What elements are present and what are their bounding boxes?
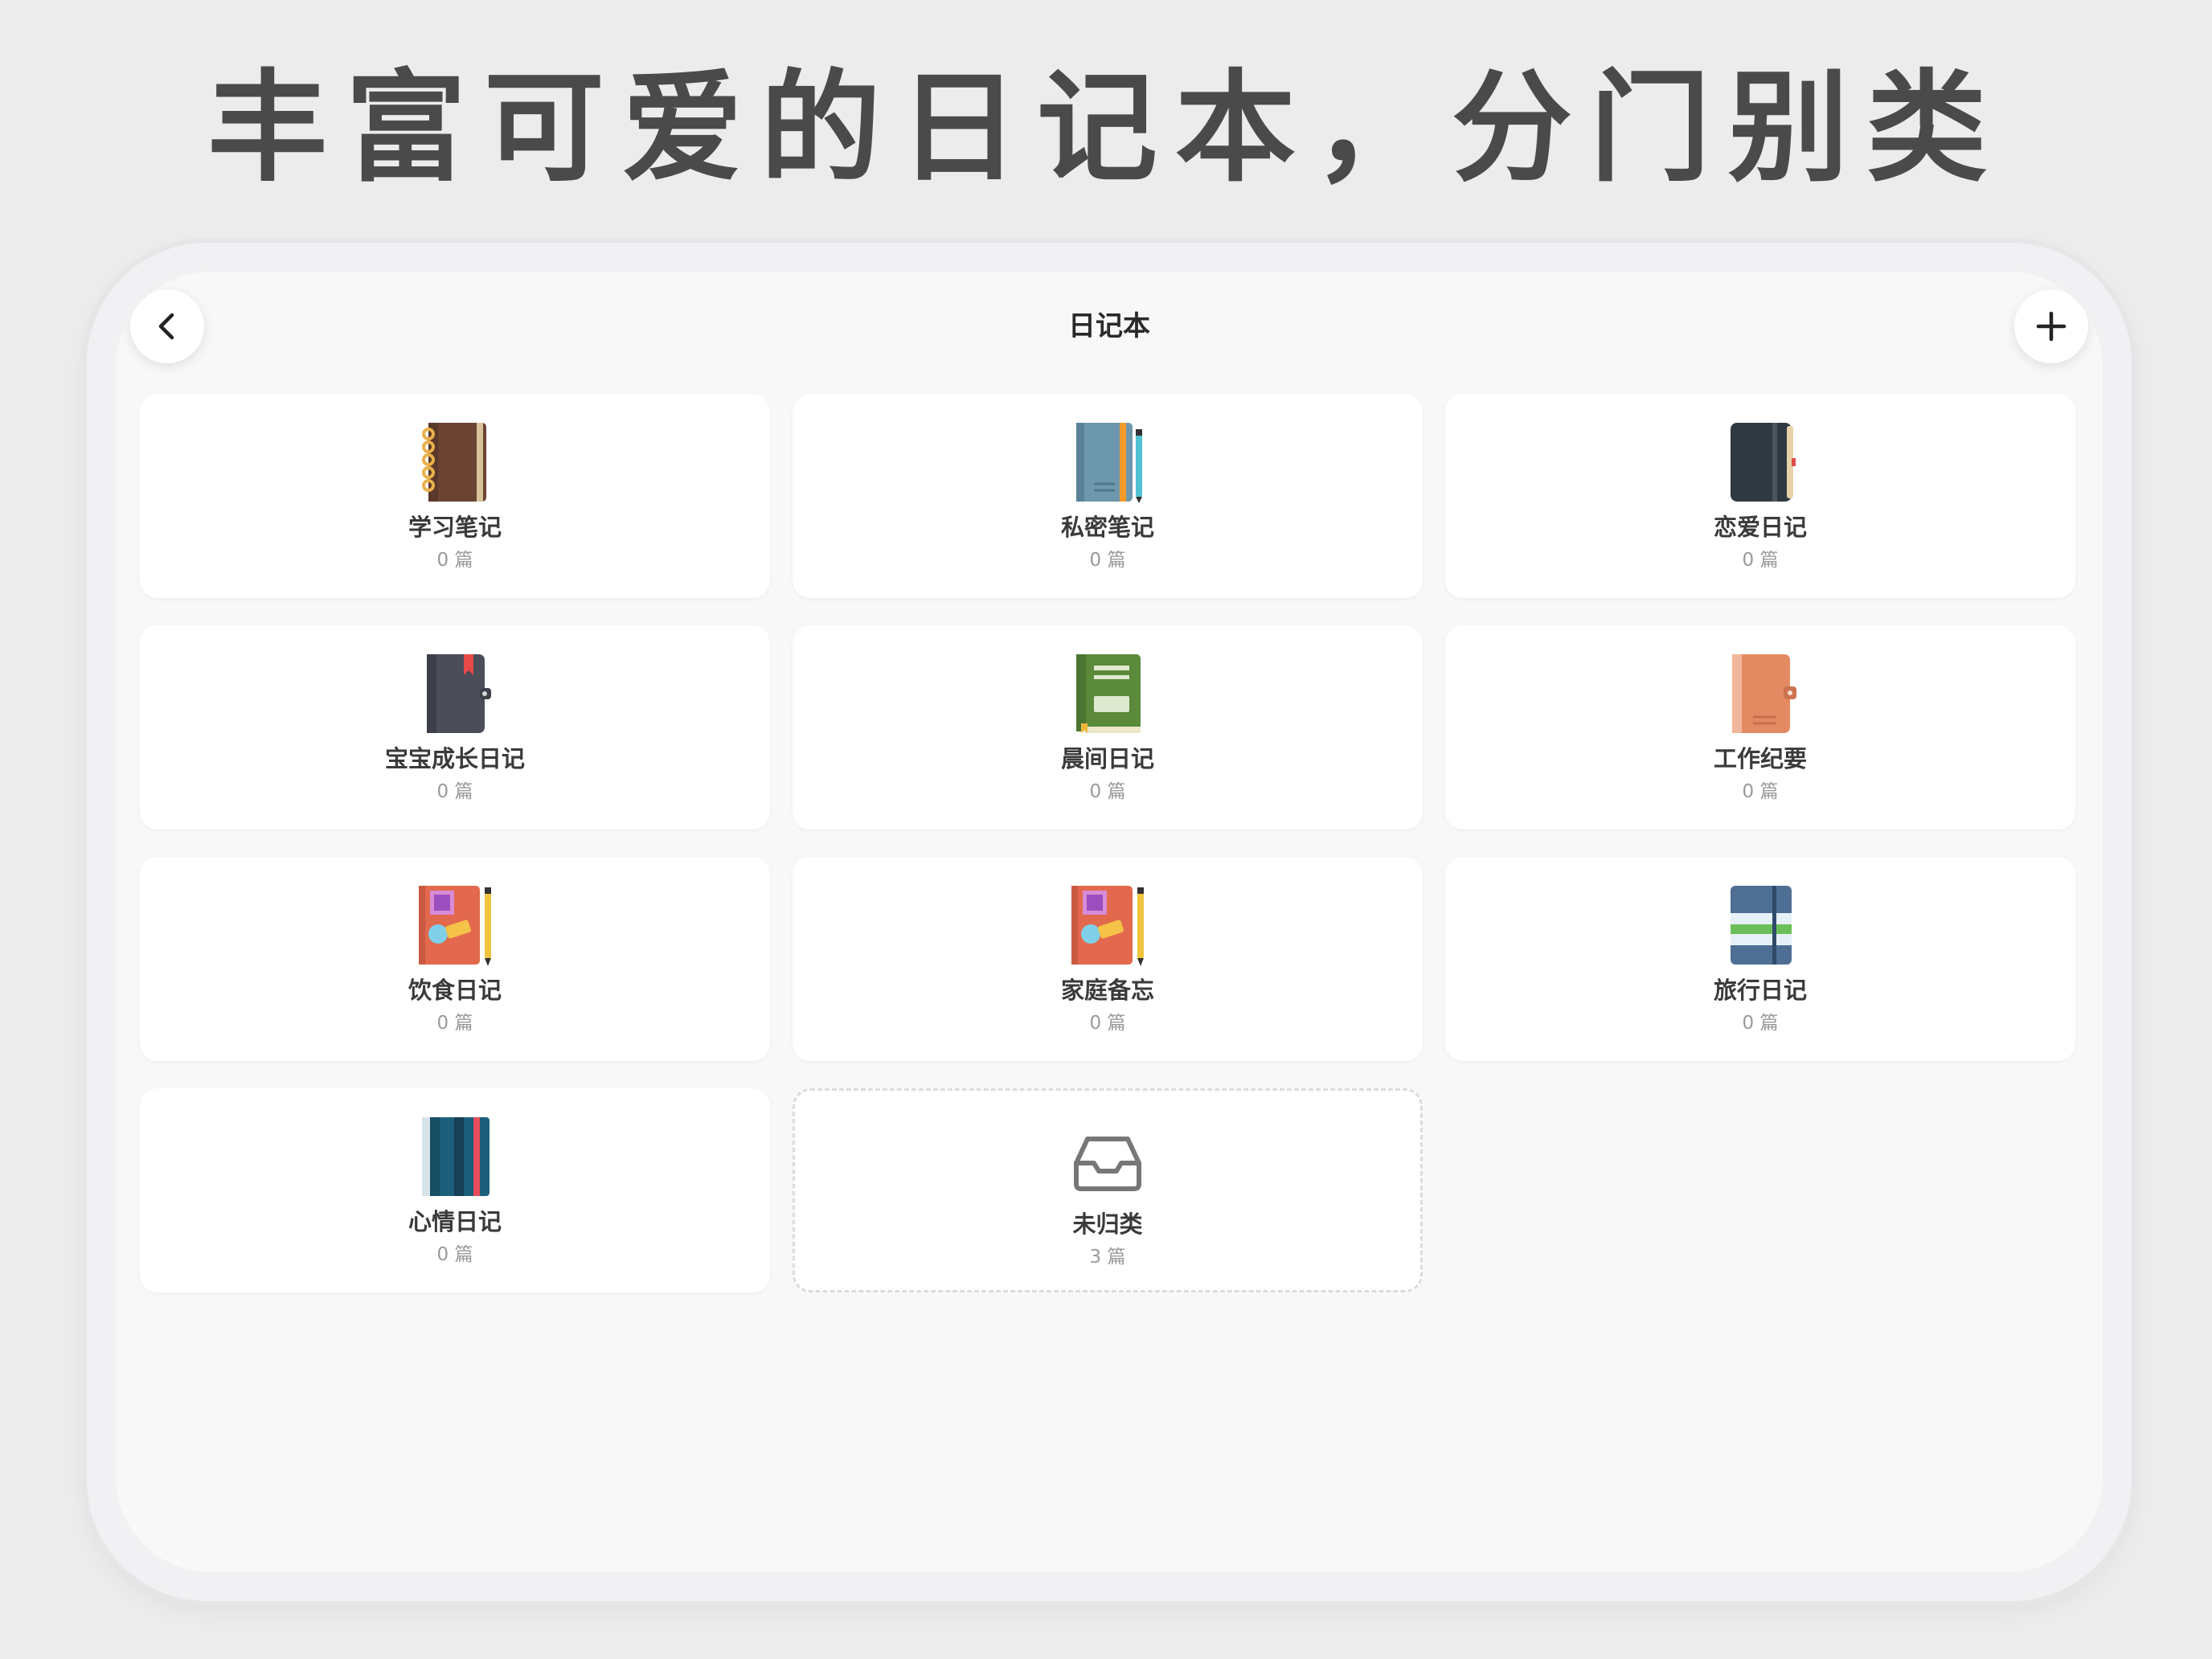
notebook-count: 0 篇: [436, 550, 473, 571]
app-screen: 日记本 学习笔记 0 篇 私密笔记 0 篇 恋爱日记 0 篇 宝宝成长日记 0 …: [116, 272, 2103, 1572]
notebook-name: 旅行日记: [1713, 977, 1807, 1004]
notebook-count: 0 篇: [1089, 550, 1126, 571]
planner-orange-icon: [1732, 654, 1796, 733]
notebook-count: 0 篇: [436, 781, 473, 802]
notebook-with-pen-blue-icon: [1076, 423, 1142, 503]
notebook-striped-icon: [1731, 886, 1792, 965]
tablet-device-frame: 日记本 学习笔记 0 篇 私密笔记 0 篇 恋爱日记 0 篇 宝宝成长日记 0 …: [87, 243, 2132, 1601]
notebook-card[interactable]: 宝宝成长日记 0 篇: [140, 625, 770, 830]
notebook-card[interactable]: 工作纪要 0 篇: [1445, 625, 2075, 830]
sticker-notebook-pen-icon: [1071, 886, 1144, 966]
notebook-name: 恋爱日记: [1713, 514, 1807, 541]
notebook-name: 未归类: [1072, 1210, 1143, 1238]
notebook-count: 3 篇: [1089, 1247, 1126, 1268]
notebook-teal-stripes-icon: [422, 1117, 490, 1196]
notebook-card[interactable]: 心情日记 0 篇: [140, 1088, 770, 1292]
notebook-count: 0 篇: [1742, 1013, 1779, 1034]
notebook-card[interactable]: 旅行日记 0 篇: [1445, 857, 2075, 1061]
notebook-name: 心情日记: [408, 1208, 502, 1235]
notebook-count: 0 篇: [1742, 781, 1779, 802]
notebook-green-icon: [1076, 654, 1141, 733]
promo-headline: 丰富可爱的日记本，分门别类: [207, 59, 2005, 199]
notebook-card[interactable]: 家庭备忘 0 篇: [793, 857, 1423, 1061]
page-title: 日记本: [1068, 310, 1150, 342]
notebook-count: 0 篇: [436, 1013, 473, 1034]
notebook-name: 晨间日记: [1060, 745, 1154, 772]
notebook-name: 学习笔记: [408, 514, 502, 541]
notebook-name: 私密笔记: [1060, 514, 1154, 541]
sticker-notebook-pen-icon: [419, 886, 491, 966]
notebook-card[interactable]: 晨间日记 0 篇: [793, 625, 1423, 830]
notebook-count: 0 篇: [436, 1244, 473, 1265]
notebook-name: 工作纪要: [1713, 745, 1807, 772]
notebook-name: 宝宝成长日记: [384, 745, 525, 772]
plus-icon: [2036, 311, 2067, 342]
uncategorized-card[interactable]: 未归类 3 篇: [793, 1088, 1423, 1292]
planner-dark-bookmark-icon: [427, 654, 491, 733]
notebook-name: 家庭备忘: [1060, 977, 1154, 1004]
notebook-card[interactable]: 饮食日记 0 篇: [140, 857, 770, 1061]
add-notebook-button[interactable]: [2014, 289, 2088, 363]
spiral-notebook-brown-icon: [422, 423, 486, 502]
notebook-name: 饮食日记: [408, 977, 502, 1004]
notebook-dark-icon: [1731, 423, 1796, 502]
notebook-count: 0 篇: [1742, 550, 1779, 571]
notebook-card[interactable]: 学习笔记 0 篇: [140, 394, 770, 598]
inbox-tray-icon: [1074, 1137, 1141, 1191]
notebook-card[interactable]: 私密笔记 0 篇: [793, 394, 1423, 598]
notebook-count: 0 篇: [1089, 1013, 1126, 1034]
notebook-count: 0 篇: [1089, 781, 1126, 802]
notebook-card[interactable]: 恋爱日记 0 篇: [1445, 394, 2075, 598]
